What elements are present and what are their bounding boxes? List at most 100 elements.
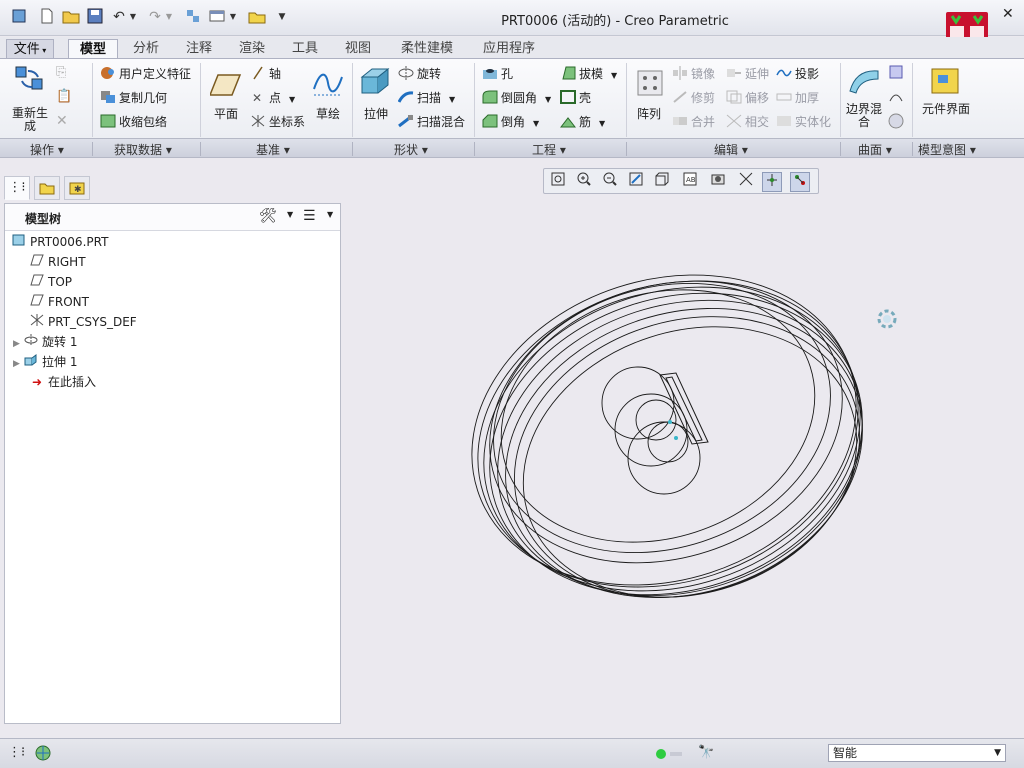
pattern-button[interactable]: 阵列 [630,61,668,135]
windows-dropdown-icon[interactable]: ▼ [228,8,238,26]
freestyle-icon[interactable] [888,113,906,131]
tree-item-revolve[interactable]: ▶ 旋转 1 [13,333,77,351]
tab-flexible-modeling[interactable]: 柔性建模 [390,39,464,59]
boundary-blend-button[interactable]: 边界混合 [844,61,884,135]
group-operations[interactable]: 操作 ▾ [30,141,64,158]
expand-arrow-icon[interactable]: ▶ [13,355,23,373]
point-dropdown-icon[interactable]: ▼ [289,95,295,104]
toggle-browser-icon[interactable] [34,744,52,765]
shell-button[interactable]: 壳 [560,89,591,107]
group-model-intent[interactable]: 模型意图 ▾ [918,141,976,158]
graphics-window[interactable] [346,160,1024,735]
swept-blend-button[interactable]: 扫描混合 [398,113,465,131]
tab-file[interactable]: 文件 ▾ [6,39,54,59]
tab-analysis[interactable]: 分析 [122,39,170,59]
tree-item-front[interactable]: FRONT [29,293,89,311]
rib-dropdown-icon[interactable]: ▼ [599,119,605,128]
extend-button[interactable]: 延伸 [726,65,769,83]
plane-button[interactable]: 平面 [206,61,246,135]
selection-filter-dropdown[interactable]: 智能 ▼ [828,744,1006,762]
tree-item-insert-here[interactable]: ➜ 在此插入 [29,373,96,391]
point-button[interactable]: ✕ 点 ▼ [250,89,295,109]
group-surfaces[interactable]: 曲面 ▾ [858,141,892,158]
tree-show-dropdown-icon[interactable]: ▼ [327,210,333,219]
tree-item-top[interactable]: TOP [29,273,72,291]
hole-button[interactable]: 孔 [482,65,513,83]
component-interface-button[interactable]: 元件界面 [920,61,970,135]
csys-button[interactable]: 坐标系 [250,113,305,131]
intersect-button[interactable]: 相交 [726,113,769,131]
model-tree-tab[interactable]: ⋮⁝ [4,176,30,200]
mirror-button[interactable]: 镜像 [672,65,715,83]
style-surface-icon[interactable] [888,89,906,107]
close-window-icon[interactable] [248,8,266,26]
tree-settings-icon[interactable]: 🛠 [259,208,277,224]
tree-item-extrude[interactable]: ▶ 拉伸 1 [13,353,77,371]
regenerate-button[interactable]: 重新生成 [8,61,52,135]
group-surfaces-label: 曲面 [858,143,883,157]
solidify-button[interactable]: 实体化 [776,113,831,131]
trim-button[interactable]: 修剪 [672,89,715,107]
group-separator [92,142,93,156]
group-shapes[interactable]: 形状 ▾ [394,141,428,158]
chamfer-button[interactable]: 倒角 ▼ [482,113,539,133]
round-button[interactable]: 倒圆角 ▼ [482,89,551,109]
tree-settings-dropdown-icon[interactable]: ▼ [287,210,293,219]
tree-item-part[interactable]: PRT0006.PRT [11,233,108,251]
tree-show-icon[interactable]: ☰ [303,208,316,224]
shrinkwrap-button[interactable]: 收缩包络 [100,113,167,131]
undo-dropdown-icon[interactable]: ▼ [128,8,138,26]
new-icon[interactable] [38,8,56,26]
undo-icon[interactable]: ↶ [110,8,128,26]
copy-geometry-button[interactable]: 复制几何 [100,89,167,107]
windows-icon[interactable] [208,8,226,26]
favorites-tab[interactable]: ✱ [64,176,90,200]
sweep-button[interactable]: 扫描 ▼ [397,89,455,109]
extrude-button[interactable]: 拉伸 [356,61,396,135]
tree-item-csys[interactable]: PRT_CSYS_DEF [29,313,137,331]
tab-view[interactable]: 视图 [334,39,382,59]
chamfer-dropdown-icon[interactable]: ▼ [533,119,539,128]
thicken-button[interactable]: 加厚 [776,89,819,107]
redo-dropdown-icon[interactable]: ▼ [164,8,174,26]
offset-button[interactable]: 偏移 [726,89,769,107]
merge-button[interactable]: 合并 [672,113,715,131]
regenerate-icon[interactable] [184,8,202,26]
group-editing[interactable]: 编辑 ▾ [714,141,748,158]
delete-icon[interactable]: ✕ [56,113,86,131]
tab-tools[interactable]: 工具 [281,39,329,59]
revolve-button[interactable]: 旋转 [398,65,441,83]
paste-icon[interactable]: 📋 [56,89,86,107]
rib-button[interactable]: 筋 ▼ [559,113,605,133]
save-icon[interactable] [86,8,104,26]
find-icon[interactable]: 🔭 [698,745,714,760]
group-operations-label: 操作 [30,143,55,157]
axis-button[interactable]: 轴 [250,65,281,83]
user-defined-feature-button[interactable]: 用户定义特征 [100,65,191,83]
expand-arrow-icon[interactable]: ▶ [13,335,23,353]
tab-render[interactable]: 渲染 [228,39,276,59]
draft-button[interactable]: 拔模 ▼ [560,65,617,85]
customize-quick-access-icon[interactable]: ▼ [276,8,288,26]
round-dropdown-icon[interactable]: ▼ [545,95,551,104]
shrinkwrap-label: 收缩包络 [119,115,168,129]
sketch-button[interactable]: 草绘 [308,61,348,135]
sweep-icon [397,90,414,104]
tab-applications[interactable]: 应用程序 [472,39,546,59]
group-get-data[interactable]: 获取数据 ▾ [114,141,172,158]
folder-browser-tab[interactable] [34,176,60,200]
redo-icon[interactable]: ↷ [146,8,164,26]
group-engineering[interactable]: 工程 ▾ [532,141,566,158]
draft-dropdown-icon[interactable]: ▼ [611,71,617,80]
tree-item-right[interactable]: RIGHT [29,253,86,271]
fill-surface-icon[interactable] [888,65,906,83]
tab-annotate[interactable]: 注释 [175,39,223,59]
close-button[interactable]: ✕ [1002,6,1014,22]
toggle-navigator-icon[interactable]: ⋮⁝ [8,745,25,760]
tab-model[interactable]: 模型 [68,39,118,60]
group-datum[interactable]: 基准 ▾ [256,141,290,158]
open-icon[interactable] [62,8,80,26]
copy-icon[interactable]: ⎘ [56,65,86,83]
project-button[interactable]: 投影 [776,65,819,83]
sweep-dropdown-icon[interactable]: ▼ [449,95,455,104]
